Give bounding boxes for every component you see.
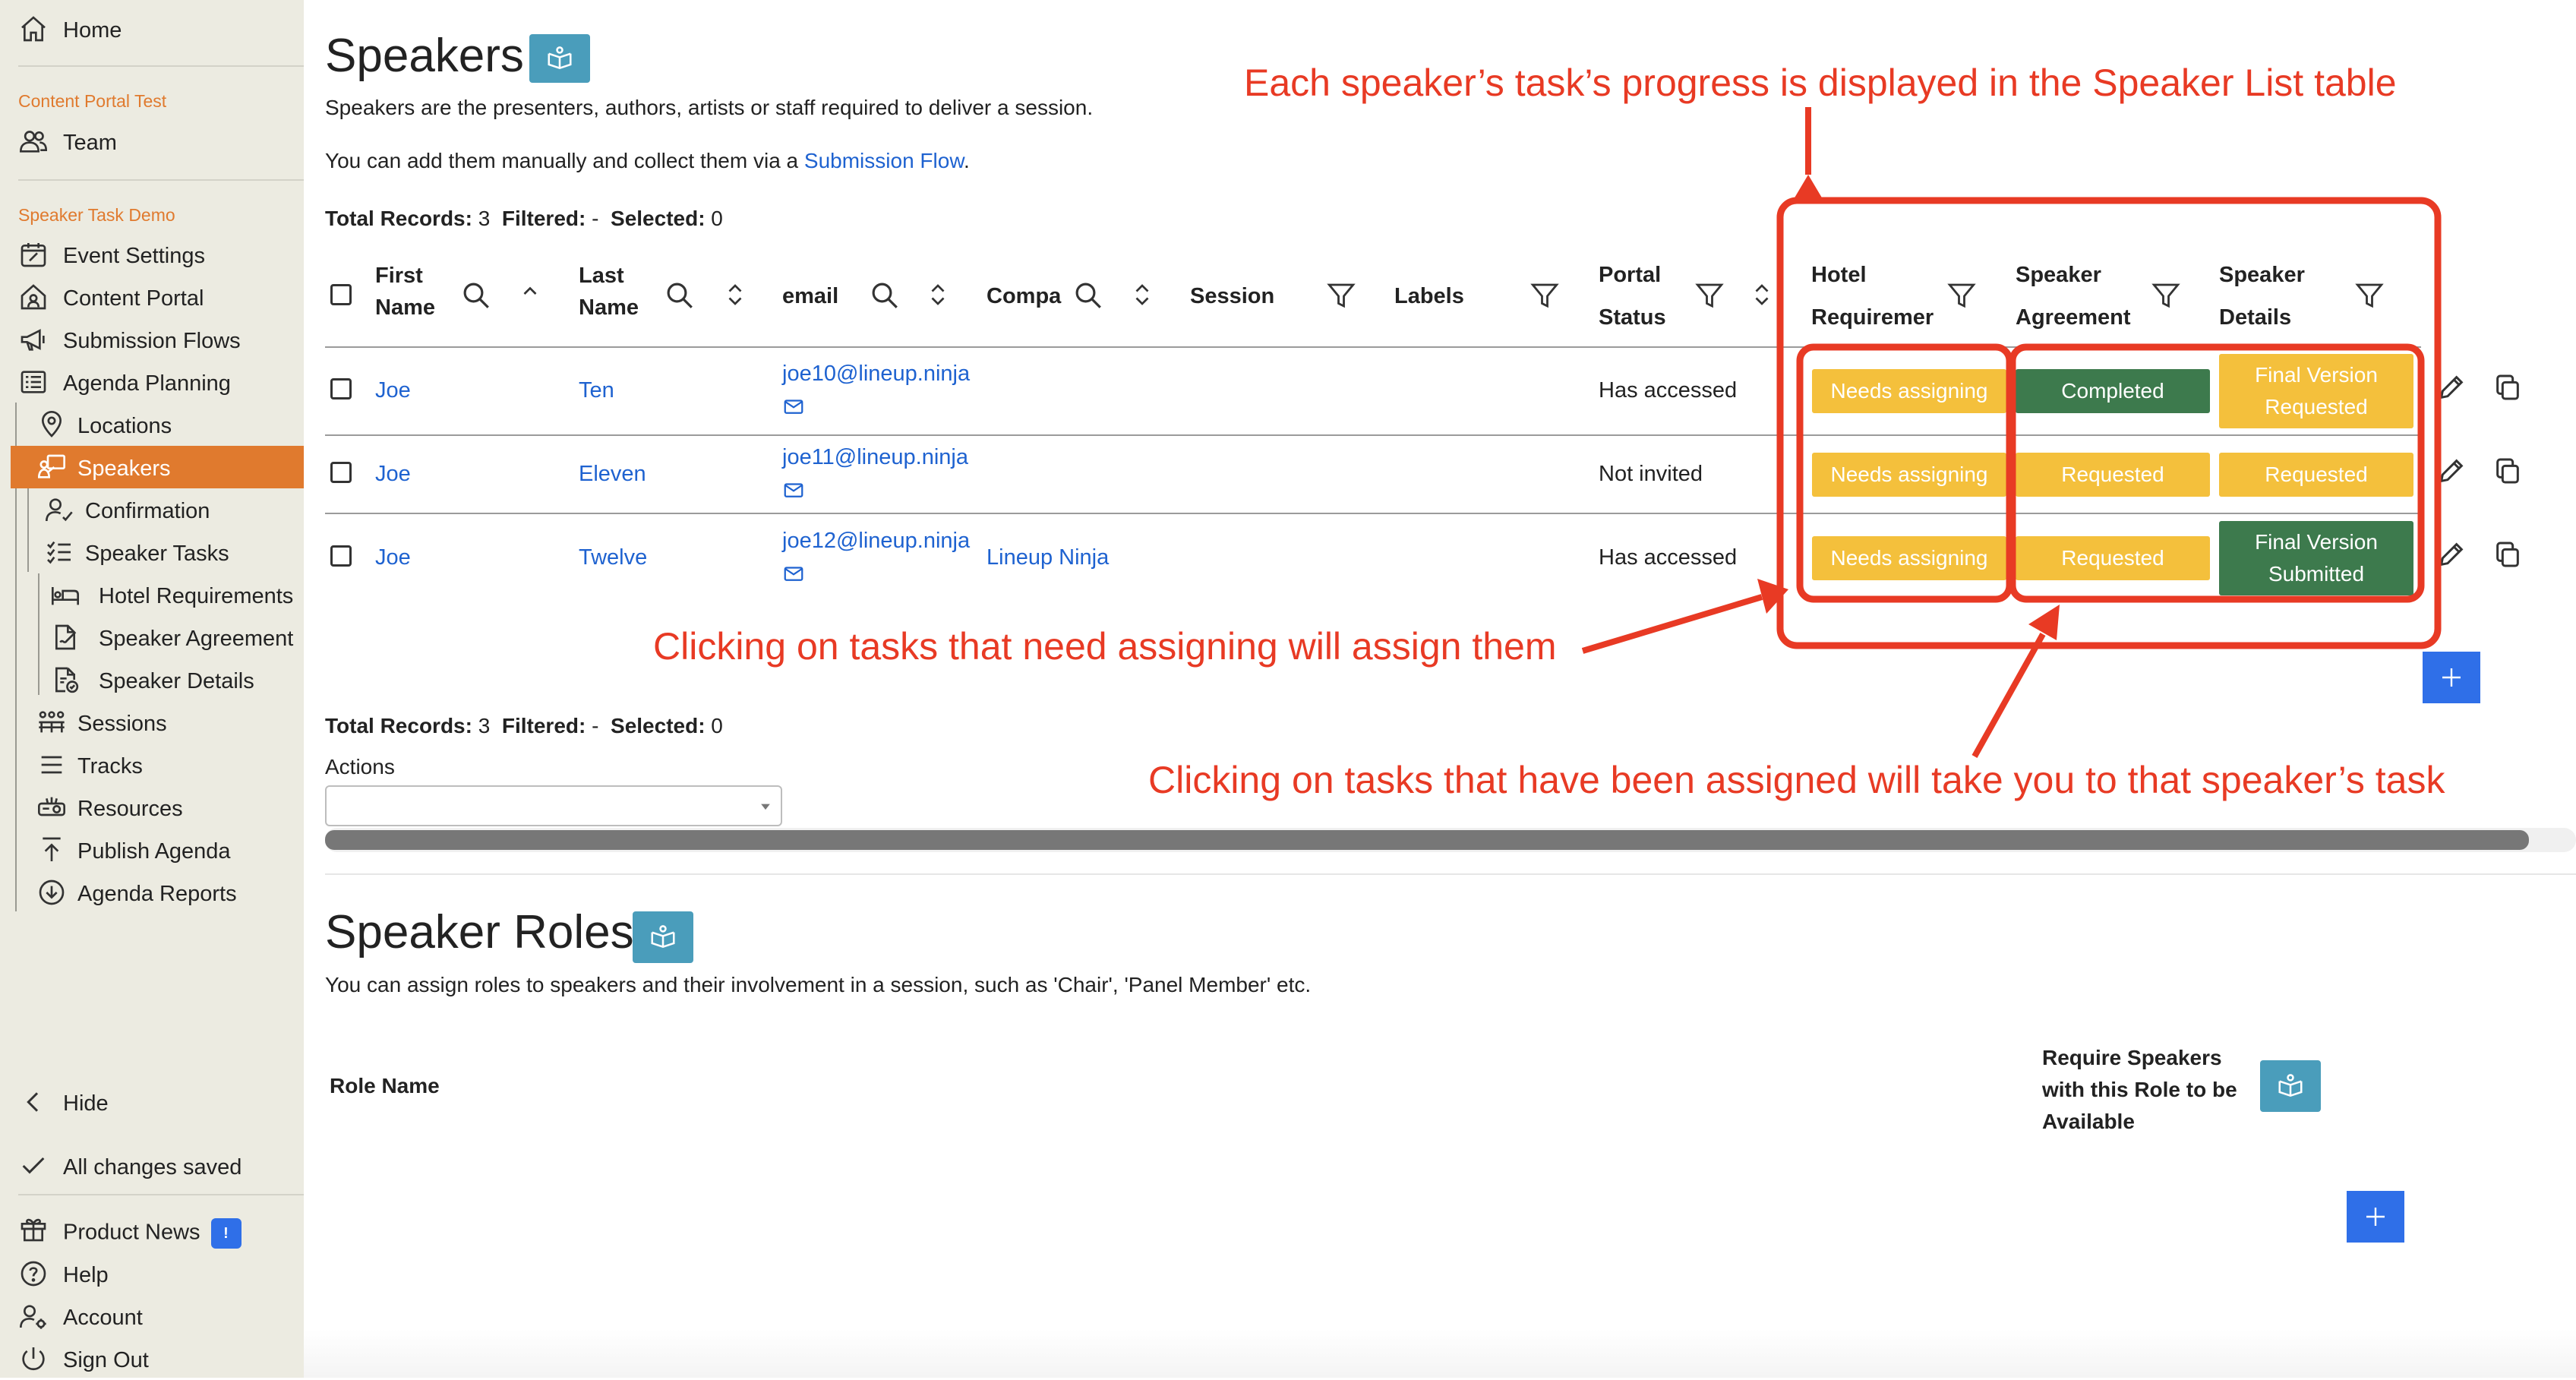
annotation-box-assigned-columns [2009,343,2425,603]
annotation-text-middle: Clicking on tasks that need assigning wi… [653,625,1557,668]
annotation-overlay [1581,107,2442,758]
annotation-box-hotel-column [1796,343,2013,603]
annotation-arrowhead [1794,175,1823,199]
annotation-arrow-middle [1581,594,1763,654]
annotation-arrow-bottom [1971,633,2046,758]
annotation-box-task-columns [1776,197,2442,649]
annotation-arrowhead [1757,579,1788,614]
annotation-text-bottom: Clicking on tasks that have been assigne… [1148,759,2445,801]
annotation-text-top: Each speaker’s task’s progress is displa… [1244,62,2397,104]
